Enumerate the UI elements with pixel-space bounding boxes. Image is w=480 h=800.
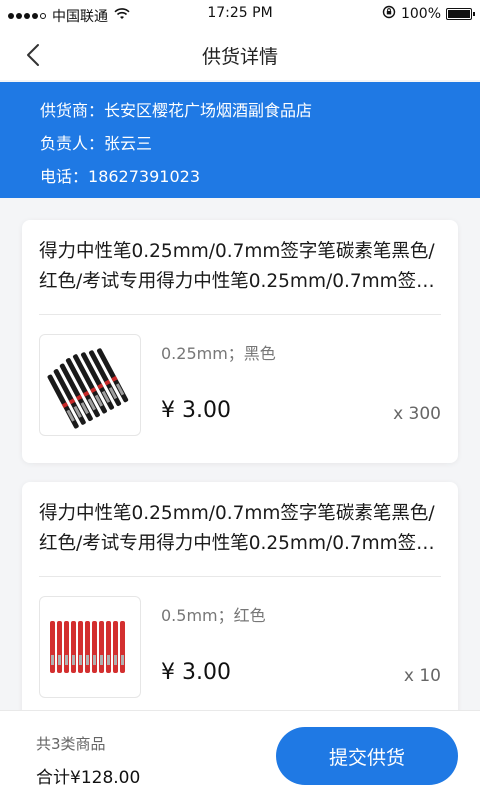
nav-bar: 供货详情 <box>0 28 480 80</box>
product-price: ¥ 3.00 <box>161 398 231 423</box>
product-spec: 0.5mm；红色 <box>161 606 266 625</box>
battery-icon <box>446 8 475 20</box>
supplier-info-panel: 供货商：长安区樱花广场烟酒副食品店 负责人：张云三 电话：18627391023 <box>0 82 480 198</box>
supplier-name: 长安区樱花广场烟酒副食品店 <box>104 101 313 120</box>
product-card[interactable]: 得力中性笔0.25mm/0.7mm签字笔碳素笔黑色/红色/考试专用得力中性笔0.… <box>22 482 458 725</box>
supplier-contact-label: 负责人： <box>40 134 105 153</box>
product-price: ¥ 3.00 <box>161 660 231 685</box>
supplier-contact-row: 负责人：张云三 <box>40 133 480 166</box>
submit-supply-button[interactable]: 提交供货 <box>276 727 458 785</box>
supplier-contact: 张云三 <box>104 134 153 153</box>
total-amount: 合计¥128.00 <box>36 768 141 788</box>
rotation-lock-icon <box>382 5 396 23</box>
product-card[interactable]: 得力中性笔0.25mm/0.7mm签字笔碳素笔黑色/红色/考试专用得力中性笔0.… <box>22 220 458 463</box>
supplier-phone-label: 电话： <box>40 167 89 186</box>
supplier-phone[interactable]: 18627391023 <box>88 167 200 186</box>
card-divider <box>39 314 441 315</box>
product-title: 得力中性笔0.25mm/0.7mm签字笔碳素笔黑色/红色/考试专用得力中性笔0.… <box>39 503 435 554</box>
battery-percent: 100% <box>400 6 441 22</box>
product-quantity: x 300 <box>393 404 441 424</box>
product-quantity: x 10 <box>403 666 441 686</box>
product-spec: 0.25mm；黑色 <box>161 344 276 363</box>
supplier-name-label: 供货商： <box>40 101 105 120</box>
product-title: 得力中性笔0.25mm/0.7mm签字笔碳素笔黑色/红色/考试专用得力中性笔0.… <box>39 241 435 292</box>
category-count: 共3类商品 <box>36 735 106 753</box>
supplier-name-row: 供货商：长安区樱花广场烟酒副食品店 <box>40 100 480 133</box>
bottom-bar: 共3类商品 合计¥128.00 提交供货 <box>0 710 480 800</box>
supplier-phone-row: 电话：18627391023 <box>40 166 480 199</box>
status-right: 100% <box>382 5 475 23</box>
page-title: 供货详情 <box>201 46 278 68</box>
status-bar: 中国联通 17:25 PM 100% <box>0 0 480 28</box>
product-image-black-pens <box>39 334 141 436</box>
product-image-red-pens <box>39 596 141 698</box>
card-divider <box>39 576 441 577</box>
